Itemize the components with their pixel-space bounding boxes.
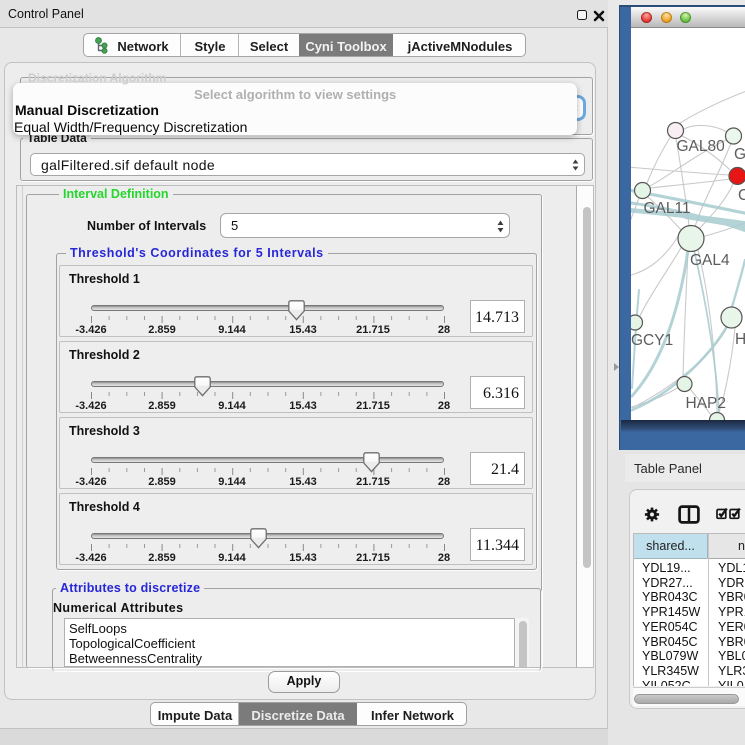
svg-text:HA: HA [735, 331, 745, 348]
svg-text:HAP2: HAP2 [686, 395, 727, 412]
svg-text:GCY1: GCY1 [631, 332, 673, 349]
svg-text:CD: CD [738, 187, 745, 204]
svg-text:GAL4: GAL4 [690, 252, 730, 269]
svg-text:GAL80: GAL80 [677, 138, 726, 155]
svg-text:G.: G. [734, 146, 745, 163]
svg-text:GAL11: GAL11 [644, 200, 691, 217]
